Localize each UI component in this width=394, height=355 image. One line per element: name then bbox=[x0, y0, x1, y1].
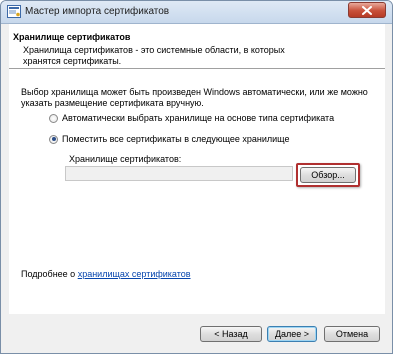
back-button[interactable]: < Назад bbox=[200, 326, 262, 342]
radio-auto-select[interactable]: Автоматически выбрать хранилище на основ… bbox=[49, 112, 334, 124]
page-title: Хранилище сертификатов bbox=[13, 32, 131, 42]
close-button[interactable] bbox=[348, 2, 386, 18]
wizard-content: Хранилище сертификатов Хранилища сертифи… bbox=[9, 24, 385, 314]
selection-description: Выбор хранилища может быть произведен Wi… bbox=[21, 87, 368, 108]
title-bar[interactable]: Мастер импорта сертификатов bbox=[1, 1, 392, 24]
cancel-button[interactable]: Отмена bbox=[324, 326, 380, 342]
learn-more: Подробнее о хранилищах сертификатов bbox=[21, 269, 191, 279]
close-icon bbox=[362, 5, 372, 15]
next-button[interactable]: Далее > bbox=[267, 326, 317, 342]
radio-button-checked[interactable] bbox=[49, 134, 58, 144]
wizard-header: Хранилище сертификатов Хранилища сертифи… bbox=[9, 24, 385, 69]
browse-button[interactable]: Обзор... bbox=[300, 167, 356, 183]
learn-more-prefix: Подробнее о bbox=[21, 269, 78, 279]
radio-button-unchecked[interactable] bbox=[49, 113, 58, 123]
radio-place-in-store[interactable]: Поместить все сертификаты в следующее хр… bbox=[49, 133, 290, 145]
button-bar: < Назад Далее > Отмена bbox=[1, 314, 392, 353]
certificate-stores-link[interactable]: хранилищах сертификатов bbox=[78, 269, 191, 279]
certificate-store-field[interactable] bbox=[65, 166, 293, 181]
window-title: Мастер импорта сертификатов bbox=[25, 6, 170, 17]
certificate-icon bbox=[7, 5, 21, 18]
page-description: Хранилища сертификатов - это системные о… bbox=[23, 45, 285, 66]
store-label: Хранилище сертификатов: bbox=[69, 154, 182, 164]
import-wizard-window: Мастер импорта сертификатов Хранилище се… bbox=[0, 0, 393, 354]
radio-auto-select-label: Автоматически выбрать хранилище на основ… bbox=[62, 113, 335, 123]
radio-place-in-store-label: Поместить все сертификаты в следующее хр… bbox=[62, 134, 290, 144]
